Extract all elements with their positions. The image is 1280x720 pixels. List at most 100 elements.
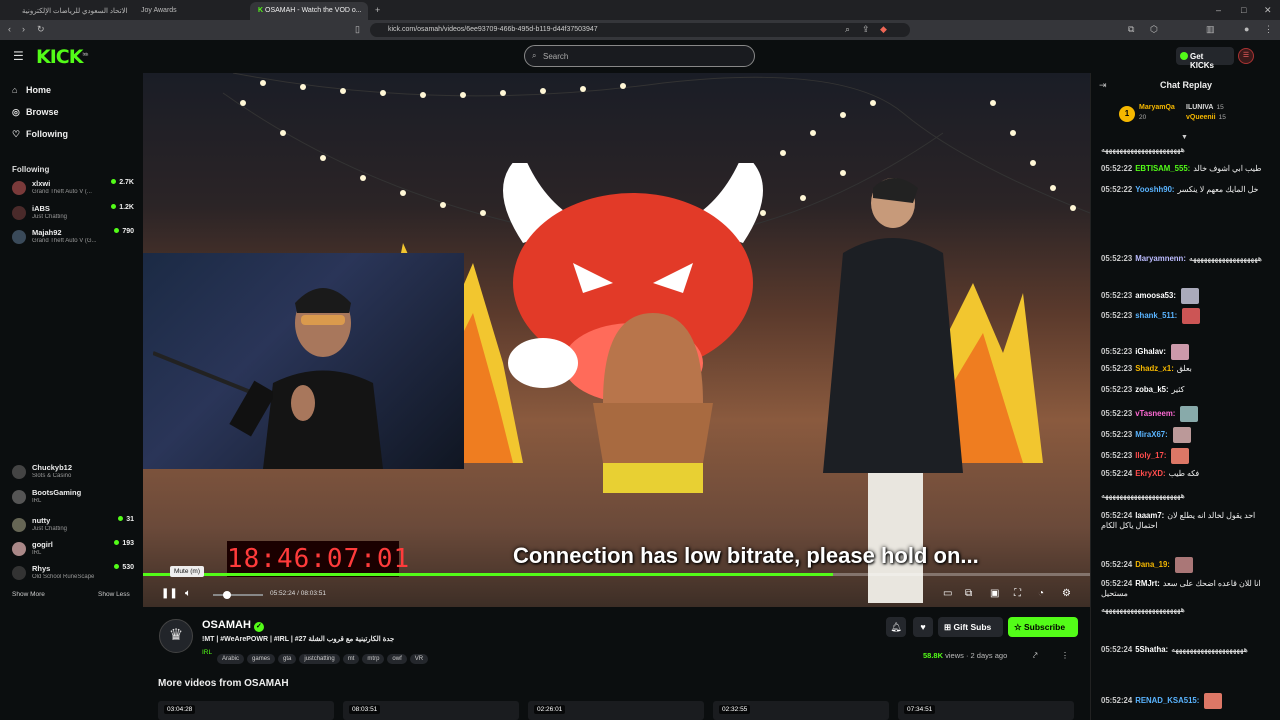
- video-thumbnail[interactable]: 08:03:51: [343, 701, 519, 720]
- share-icon[interactable]: ⇪: [862, 24, 870, 35]
- seek-bar[interactable]: [143, 573, 1090, 576]
- chat-username[interactable]: iGhalav:: [1135, 347, 1166, 356]
- minimize-icon[interactable]: –: [1216, 5, 1221, 15]
- settings-gear-icon[interactable]: ⚙: [1062, 588, 1071, 599]
- chat-username[interactable]: amoosa53:: [1135, 291, 1176, 300]
- tag[interactable]: Arabic: [217, 654, 245, 664]
- chat-username[interactable]: Maryamnenn:: [1135, 254, 1186, 263]
- quality-icon[interactable]: ◔: [1038, 588, 1044, 599]
- theater-mode-icon[interactable]: ▣: [990, 588, 999, 599]
- extension-icon[interactable]: ◆: [880, 24, 887, 35]
- chat-message: 05:52:23 zoba_k5: كثير: [1101, 385, 1279, 395]
- browser-tab[interactable]: جوائز الاتحاد السعودي للرياضات الإلكترون…: [14, 2, 129, 20]
- following-item[interactable]: BootsGaming IRL: [12, 488, 134, 510]
- browser-tab[interactable]: Joy Awards: [133, 2, 243, 20]
- show-less-link[interactable]: Show Less: [98, 591, 130, 598]
- gift-subs-button[interactable]: ⊞ Gift Subs: [938, 617, 1003, 637]
- expand-gifters-icon[interactable]: ▼: [1181, 134, 1188, 141]
- chat-username[interactable]: EkryXD:: [1135, 469, 1165, 478]
- chat-username[interactable]: Shadz_x1:: [1135, 364, 1174, 373]
- video-thumbnail[interactable]: 02:32:55: [713, 701, 889, 720]
- search-input[interactable]: ⌕ Search: [524, 45, 755, 67]
- tag[interactable]: mtrp: [362, 654, 385, 664]
- following-game: Just Chatting: [32, 526, 68, 532]
- chat-username[interactable]: RENAD_KSA515:: [1135, 696, 1199, 705]
- video-player[interactable]: 18:46:07:01 Connection has low bitrate, …: [143, 73, 1090, 607]
- video-thumbnail[interactable]: 02:26:01: [528, 701, 704, 720]
- new-tab-icon[interactable]: +: [375, 5, 380, 15]
- chat-username[interactable]: zoba_k5:: [1135, 385, 1168, 394]
- category-link[interactable]: IRL: [202, 649, 212, 656]
- tag[interactable]: gta: [278, 654, 297, 664]
- follow-button[interactable]: ♥: [913, 617, 933, 637]
- kick-logo[interactable]: KICKbeta: [36, 46, 89, 68]
- thumbnail-duration: 07:34:51: [904, 705, 936, 714]
- zoom-icon[interactable]: ⌕: [845, 24, 850, 35]
- gifter-name: ILUNIVA 15: [1186, 104, 1224, 111]
- channel-name[interactable]: OSAMAH ✓: [202, 619, 264, 632]
- hamburger-menu-icon[interactable]: ☰: [13, 49, 24, 63]
- share-icon[interactable]: ⤤: [1033, 651, 1038, 661]
- reload-icon[interactable]: ↻: [37, 24, 45, 35]
- channel-avatar[interactable]: ♛: [159, 619, 193, 653]
- sidebar-toggle-icon[interactable]: ▥: [1206, 24, 1215, 35]
- close-icon[interactable]: ✕: [1264, 5, 1272, 16]
- video-info: ♛ OSAMAH ✓ !MT | #WeArePOWR | #IRL | #27 …: [143, 607, 1090, 720]
- chat-timestamp: 05:52:22: [1101, 164, 1133, 173]
- nav-following[interactable]: ♡ Following: [12, 129, 68, 140]
- back-icon[interactable]: ‹: [8, 24, 11, 34]
- volume-knob[interactable]: [223, 591, 231, 599]
- following-item[interactable]: nutty Just Chatting 31: [12, 516, 134, 538]
- extension-icon[interactable]: ⬡: [1150, 24, 1158, 35]
- chat-username[interactable]: RMJrt:: [1135, 579, 1160, 588]
- chat-username[interactable]: MiraX67:: [1135, 430, 1168, 439]
- chat-username[interactable]: 5Shatha:: [1135, 645, 1168, 654]
- following-item[interactable]: Rhys Old School RuneScape 530: [12, 564, 134, 586]
- chat-username[interactable]: lloly_17:: [1135, 451, 1166, 460]
- following-name: xlxwi: [32, 179, 51, 188]
- miniplayer-icon[interactable]: ⧉: [965, 588, 972, 599]
- show-more-link[interactable]: Show More: [12, 591, 45, 598]
- chat-username[interactable]: laaam7:: [1135, 511, 1164, 520]
- emote-icon: [1172, 427, 1191, 443]
- following-item[interactable]: Chuckyb12 Slots & Casino: [12, 463, 134, 485]
- nav-home[interactable]: ⌂ Home: [12, 85, 51, 95]
- nav-browse[interactable]: ◎ Browse: [12, 107, 59, 118]
- chat-username[interactable]: Dana_19:: [1135, 560, 1170, 569]
- volume-icon[interactable]: 🔈︎: [185, 588, 191, 599]
- profile-icon[interactable]: ●: [1244, 24, 1249, 34]
- forward-icon[interactable]: ›: [22, 24, 25, 34]
- more-options-icon[interactable]: ⋮: [1061, 651, 1069, 660]
- tag[interactable]: justchatting: [299, 654, 340, 664]
- following-item[interactable]: iABS Just Chatting 1.2K: [12, 204, 134, 226]
- subscribe-button[interactable]: ☆ Subscribe: [1008, 617, 1078, 637]
- pause-icon[interactable]: ❚❚: [161, 588, 178, 599]
- notification-bell-button[interactable]: 🔔︎: [886, 617, 906, 637]
- following-item[interactable]: xlxwi Grand Theft Auto V (... 2.7K: [12, 179, 134, 201]
- maximize-icon[interactable]: □: [1241, 5, 1246, 15]
- time-current: 05:52:24: [270, 590, 296, 597]
- user-avatar[interactable]: ☰: [1238, 48, 1254, 64]
- extensions-icon[interactable]: ⧉: [1128, 24, 1134, 35]
- clip-icon[interactable]: ▭: [943, 588, 952, 599]
- get-kicks-button[interactable]: Get KICKs: [1176, 47, 1234, 70]
- video-thumbnail[interactable]: 07:34:51: [898, 701, 1074, 720]
- following-item[interactable]: Majah92 Grand Theft Auto V (G... 790: [12, 228, 134, 250]
- bookmark-icon[interactable]: ▯: [355, 24, 360, 35]
- tag[interactable]: mt: [342, 654, 360, 664]
- fullscreen-icon[interactable]: ⛶: [1014, 588, 1021, 599]
- tag[interactable]: games: [247, 654, 276, 664]
- browser-tab-active[interactable]: K OSAMAH - Watch the VOD o...: [250, 2, 368, 20]
- chat-username[interactable]: vTasneem:: [1135, 409, 1175, 418]
- tag[interactable]: owf: [387, 654, 407, 664]
- tag[interactable]: VR: [409, 654, 429, 664]
- chat-username[interactable]: EBTISAM_555:: [1135, 164, 1190, 173]
- chat-username[interactable]: Yooshh90:: [1135, 185, 1174, 194]
- menu-icon[interactable]: ⋮: [1264, 24, 1273, 35]
- chat-timestamp: 05:52:24: [1101, 560, 1133, 570]
- address-bar[interactable]: kick.com/osamah/videos/6ee93709-466b-495…: [370, 23, 910, 37]
- chat-username[interactable]: shank_511:: [1135, 311, 1177, 320]
- following-item[interactable]: gogirl IRL 193: [12, 540, 134, 562]
- video-thumbnail[interactable]: 03:04:28: [158, 701, 334, 720]
- volume-slider[interactable]: [213, 594, 263, 596]
